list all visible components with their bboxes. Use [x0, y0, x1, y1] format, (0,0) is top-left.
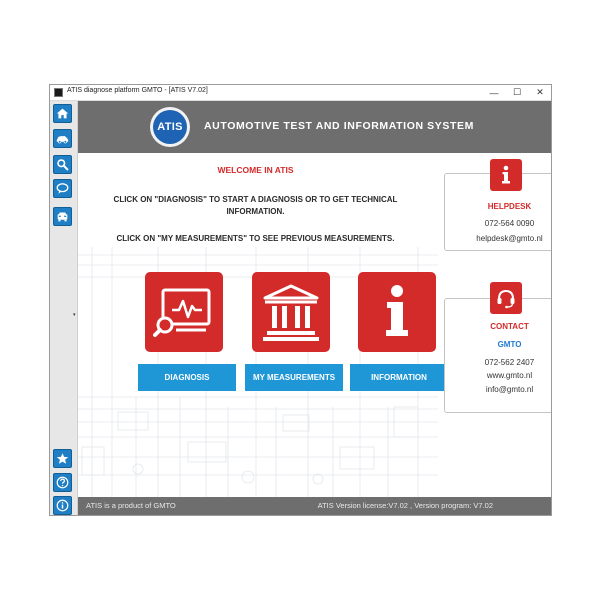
my-measurements-button[interactable]: MY MEASUREMENTS — [245, 364, 343, 391]
diagnosis-button[interactable]: DIAGNOSIS — [138, 364, 236, 391]
title-bar[interactable]: ATIS diagnose platform GMTO - [ATIS V7.0… — [50, 85, 551, 101]
measurements-building-icon — [263, 284, 319, 341]
diagnosis-monitor-icon — [153, 288, 211, 337]
minimize-button[interactable]: — — [483, 85, 505, 100]
contact-company: GMTO — [497, 340, 522, 349]
maximize-button[interactable]: ☐ — [506, 85, 528, 100]
vehicle-icon — [57, 212, 68, 222]
welcome-instruction-1: CLICK ON "DIAGNOSIS" TO START A DIAGNOSI… — [113, 195, 398, 204]
search-button[interactable] — [53, 155, 72, 174]
atis-logo: ATIS — [150, 107, 190, 147]
application-window: ATIS diagnose platform GMTO - [ATIS V7.0… — [49, 84, 552, 516]
contact-icon-box — [490, 282, 522, 314]
header-banner: ATIS AUTOMOTIVE TEST AND INFORMATION SYS… — [78, 101, 551, 153]
favorites-button[interactable] — [53, 449, 72, 468]
sidebar: ▾ — [50, 101, 78, 515]
helpdesk-icon-box — [490, 159, 522, 191]
info-button[interactable] — [53, 496, 72, 515]
chat-icon — [56, 183, 69, 194]
help-button[interactable] — [53, 473, 72, 492]
car-icon — [56, 136, 69, 144]
window-title: ATIS diagnose platform GMTO - [ATIS V7.0… — [67, 87, 208, 94]
footer-product-text: ATIS is a product of GMTO — [86, 501, 176, 510]
vehicle-button[interactable] — [53, 207, 72, 226]
contact-phone: 072-562 2407 — [484, 358, 535, 367]
contact-card: CONTACT GMTO 072-562 2407 www.gmto.nl in… — [444, 298, 551, 413]
contact-website[interactable]: www.gmto.nl — [445, 371, 551, 380]
welcome-heading: WELCOME IN ATIS — [217, 165, 294, 175]
info-icon — [502, 165, 510, 184]
header-title: AUTOMOTIVE TEST AND INFORMATION SYSTEM — [204, 120, 474, 132]
diagnosis-tile[interactable] — [145, 272, 223, 352]
home-button[interactable] — [53, 104, 72, 123]
atis-logo-text: ATIS — [153, 110, 187, 144]
information-button[interactable]: INFORMATION — [350, 364, 448, 391]
app-icon — [54, 88, 63, 97]
contact-email[interactable]: info@gmto.nl — [445, 385, 551, 394]
welcome-instruction-2: INFORMATION. — [226, 207, 285, 216]
chat-button[interactable] — [53, 179, 72, 198]
helpdesk-title: HELPDESK — [487, 202, 532, 211]
headset-icon — [497, 289, 515, 309]
helpdesk-phone: 072-564 0090 — [484, 219, 535, 228]
measurements-tile[interactable] — [252, 272, 330, 352]
information-tile[interactable] — [358, 272, 436, 352]
info-icon — [56, 499, 69, 512]
status-footer: ATIS is a product of GMTO ATIS Version l… — [78, 497, 551, 515]
home-icon — [56, 108, 69, 119]
helpdesk-email[interactable]: helpdesk@gmto.nl — [445, 234, 551, 243]
star-icon — [56, 453, 69, 464]
footer-version-text: ATIS Version license:V7.02 , Version pro… — [317, 501, 493, 510]
information-icon — [386, 285, 408, 336]
car-button[interactable] — [53, 129, 72, 148]
close-button[interactable]: ✕ — [529, 85, 551, 100]
help-icon — [56, 476, 69, 489]
main-content: WELCOME IN ATIS CLICK ON "DIAGNOSIS" TO … — [78, 153, 551, 497]
contact-title: CONTACT — [490, 322, 529, 331]
search-icon — [57, 159, 69, 171]
vehicle-dropdown-arrow[interactable]: ▾ — [73, 312, 76, 318]
welcome-instruction-3: CLICK ON "MY MEASUREMENTS" TO SEE PREVIO… — [116, 234, 395, 243]
